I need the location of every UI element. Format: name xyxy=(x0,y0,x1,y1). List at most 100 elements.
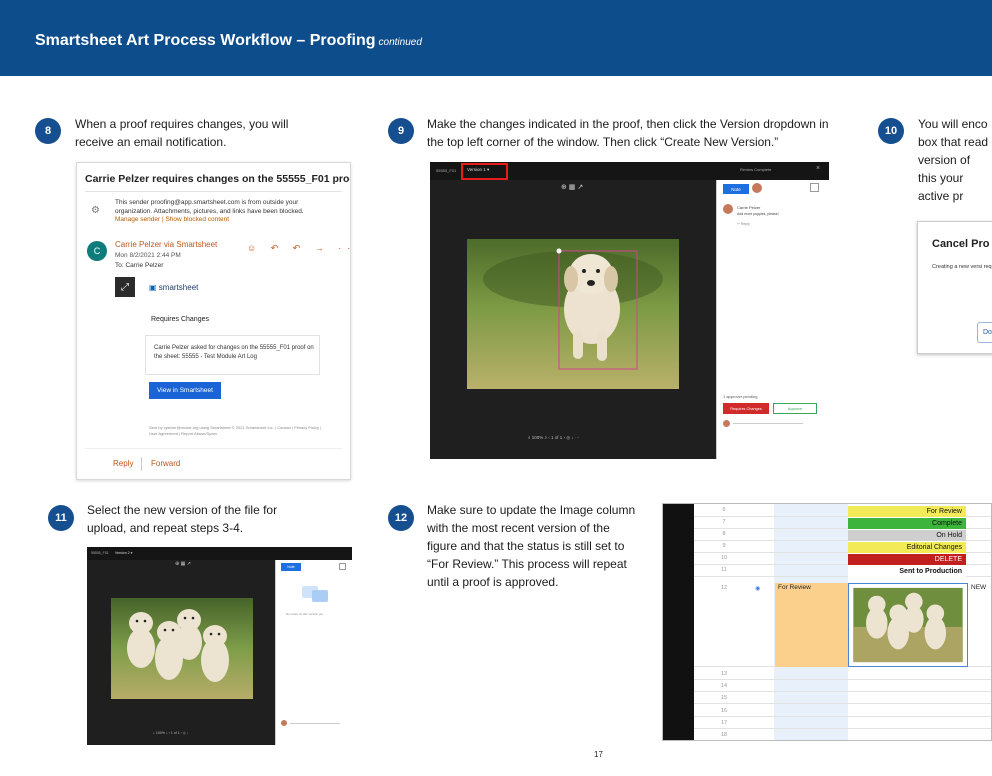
email-sender: Carrie Pelzer via Smartsheet xyxy=(115,240,218,249)
row-number: 18 xyxy=(720,732,728,738)
close-icon[interactable]: × xyxy=(816,165,820,172)
step-10-text: You will enco box that read version of t… xyxy=(918,117,989,203)
version-cell[interactable]: NEW xyxy=(971,584,986,591)
avatar xyxy=(752,183,762,193)
note-comment: Add more puppies, please! xyxy=(737,212,779,216)
status-option[interactable]: Complete xyxy=(848,518,966,529)
avatar xyxy=(723,204,733,214)
row-number: 17 xyxy=(720,719,728,726)
email-screenshot: Carrie Pelzer requires changes on the 55… xyxy=(76,162,351,480)
version-highlight-box xyxy=(461,163,508,180)
comment-input[interactable] xyxy=(290,723,340,724)
image-cell-thumbnail[interactable] xyxy=(848,583,968,667)
reply-link[interactable]: ↩ Reply xyxy=(737,222,750,226)
status-option[interactable]: Editorial Changes xyxy=(848,542,966,553)
panel-icon[interactable] xyxy=(339,563,346,570)
email-message-box: Carrie Pelzer asked for changes on the 5… xyxy=(145,335,320,375)
puppy-image xyxy=(467,239,679,389)
email-warning: This sender proofing@app.smartsheet.com … xyxy=(115,199,304,215)
row-number: 15 xyxy=(720,695,728,702)
add-note-button[interactable]: Note xyxy=(281,563,301,571)
table-row[interactable]: 16 xyxy=(694,705,991,717)
view-in-smartsheet-button[interactable]: View in Smartsheet xyxy=(149,382,221,399)
step-8-text: When a proof requires changes, you will … xyxy=(75,117,289,149)
row-number: 13 xyxy=(720,671,728,677)
note-author: Carrie Pelzer xyxy=(737,205,761,210)
proof-file-name: 55555_F01 xyxy=(91,551,109,555)
dialog-body: Creating a new versi request. xyxy=(932,264,992,270)
avatar: C xyxy=(87,241,107,261)
row-number: 10 xyxy=(720,555,728,561)
approve-button[interactable]: Approve xyxy=(773,403,817,414)
email-heading: Requires Changes xyxy=(151,316,209,323)
divider xyxy=(85,191,342,192)
comment-input[interactable] xyxy=(733,423,803,424)
table-row[interactable]: 13 xyxy=(694,668,991,680)
zoom-controls[interactable]: ⌕ 100% ⌕ ‹ 1 of 1 › ◎ ↓ ··· xyxy=(528,435,579,441)
row-number: 12 xyxy=(720,585,728,591)
email-action-icons[interactable]: ☺ ↶ ↶ → ··· xyxy=(247,243,350,254)
status-option[interactable]: For Review xyxy=(848,506,966,517)
email-warning-links[interactable]: Manage sender | Show blocked content xyxy=(115,216,229,223)
zoom-controls[interactable]: ⌕ 100% ⌕ ‹ 1 of 1 › ◎ ↓ xyxy=(153,731,189,735)
row-number: 11 xyxy=(721,567,727,573)
step-8-badge: 8 xyxy=(35,118,61,144)
step-9-text: Make the changes indicated in the proof,… xyxy=(427,117,829,149)
proof-toolbar[interactable]: ⊕ ▦ ↗ xyxy=(175,561,191,567)
email-recipient: To: Carrie Pelzer xyxy=(115,262,164,269)
row-number: 8 xyxy=(722,531,726,537)
expand-icon[interactable]: ⤢ xyxy=(115,277,135,297)
proof-toolbar[interactable]: ⊕ ▦ ↗ xyxy=(561,183,583,191)
notes-sidebar: Note No notes on this version yet xyxy=(275,560,352,745)
page-title: Smartsheet Art Process Workflow – Proofi… xyxy=(35,32,422,49)
step-10-badge: 10 xyxy=(878,118,904,144)
page-header: Smartsheet Art Process Workflow – Proofi… xyxy=(0,0,992,76)
approver-status: 1 approver pending xyxy=(723,394,758,399)
step-12-badge: 12 xyxy=(388,505,414,531)
status-option[interactable]: On Hold xyxy=(848,530,966,541)
table-row[interactable]: 18 xyxy=(694,729,991,740)
email-footer: Sent by cpelzer@mcoer.org using Smartshe… xyxy=(149,425,322,436)
proof-viewer-screenshot: 55555_F01 Version 1 ▾ Review Complete × … xyxy=(430,162,829,459)
status-cell[interactable]: For Review xyxy=(778,584,811,591)
panel-icon[interactable] xyxy=(810,183,819,192)
row-number: 6 xyxy=(722,507,726,513)
table-row[interactable]: 14 xyxy=(694,680,991,693)
step-11-badge: 11 xyxy=(48,505,74,531)
step-9-badge: 9 xyxy=(388,118,414,144)
status-option[interactable]: DELETE xyxy=(848,554,966,565)
row-number: 7 xyxy=(722,519,726,525)
divider xyxy=(141,457,142,471)
divider xyxy=(85,448,342,449)
puppies-image xyxy=(111,598,253,699)
table-row[interactable]: 17 xyxy=(694,717,991,729)
notes-sidebar: Note Carrie Pelzer Add more puppies, ple… xyxy=(716,180,829,459)
email-date: Mon 8/2/2021 2:44 PM xyxy=(115,252,181,259)
dialog-button[interactable]: Do xyxy=(977,322,992,343)
dialog-title: Cancel Pro xyxy=(932,238,990,250)
forward-button[interactable]: Forward xyxy=(151,459,180,468)
review-complete-toggle[interactable]: Review Complete xyxy=(740,167,771,172)
avatar xyxy=(723,420,730,427)
requires-changes-button[interactable]: Requires Changes xyxy=(723,403,769,414)
version-dropdown[interactable]: Version 2 ▾ xyxy=(115,551,132,555)
smartsheet-logo: ▣ smartsheet xyxy=(149,283,199,292)
status-cell-highlight xyxy=(775,583,848,667)
avatar xyxy=(281,720,287,726)
title-suffix: continued xyxy=(378,37,422,48)
add-note-button[interactable]: Note xyxy=(723,184,749,194)
empty-notes-icon xyxy=(302,586,328,602)
email-subject: Carrie Pelzer requires changes on the 55… xyxy=(85,173,351,185)
proof-file-name: 55555_F01 xyxy=(436,168,457,173)
row-number: 16 xyxy=(720,707,728,714)
status-option[interactable]: Sent to Production xyxy=(848,566,966,577)
step-12-text: Make sure to update the Image column wit… xyxy=(427,503,636,589)
cancel-dialog-screenshot: Cancel Pro Creating a new versi request.… xyxy=(917,221,992,354)
step-11-text: Select the new version of the file for u… xyxy=(87,503,278,535)
proof-viewer-new-version-screenshot: 55555_F01 Version 2 ▾ ⊕ ▦ ↗ ⌕ 100% ⌕ ‹ 1… xyxy=(87,547,352,745)
reply-button[interactable]: Reply xyxy=(113,459,133,468)
email-message: Carrie Pelzer asked for changes on the 5… xyxy=(154,345,314,360)
sheet-left-panel xyxy=(663,504,694,740)
comment-icon[interactable]: ◉ xyxy=(755,585,760,592)
table-row[interactable]: 15 xyxy=(694,692,991,705)
